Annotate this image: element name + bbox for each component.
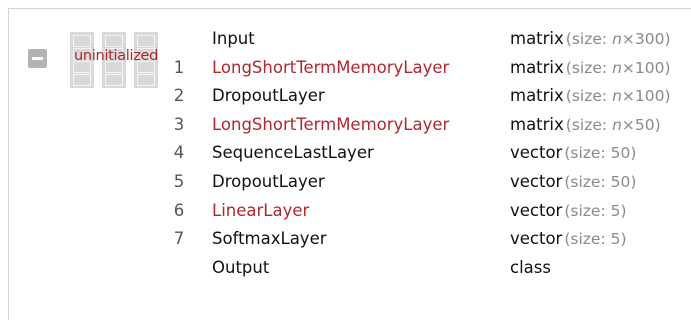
type-label: vector <box>510 143 563 163</box>
size-annotation: (size: 5) <box>564 202 626 220</box>
size-rest: ×100) <box>621 87 671 106</box>
size-prefix: (size: <box>565 87 613 106</box>
type-label: matrix <box>510 57 564 77</box>
layer-name: DropoutLayer <box>212 172 325 191</box>
type-label: vector <box>510 172 563 191</box>
layer-name: LinearLayer <box>212 200 310 220</box>
size-variable: n <box>612 30 622 48</box>
size-prefix: (size: <box>565 115 613 134</box>
layer-output-type: class <box>510 254 551 282</box>
layer-name: LongShortTermMemoryLayer <box>212 57 450 77</box>
layer-name: Output <box>212 257 270 277</box>
layer-number: 7 <box>173 229 185 249</box>
size-prefix: (size: <box>565 30 613 48</box>
layer-number: 2 <box>173 86 185 106</box>
layer-output-type: vector (size: 5) <box>510 197 627 225</box>
layer-number: 6 <box>173 200 185 220</box>
layer-row: 4 SequenceLastLayer vector (size: 50) <box>168 139 688 167</box>
type-label: matrix <box>510 29 564 48</box>
layer-row: 1 LongShortTermMemoryLayer matrix (size: n×… <box>168 54 688 82</box>
layer-output-type: matrix (size: n×300) <box>510 25 671 53</box>
layer-output-type: vector (size: 5) <box>510 225 627 253</box>
layer-number: 1 <box>173 57 185 77</box>
layer-row: 3 LongShortTermMemoryLayer matrix (size: n×… <box>168 111 688 139</box>
type-label: matrix <box>510 86 564 106</box>
layer-row: Input matrix (size: n×300) <box>168 25 688 53</box>
size-rest: ×300) <box>621 30 671 48</box>
layer-name: SoftmaxLayer <box>212 229 327 249</box>
layer-row: 2 DropoutLayer matrix (size: n×100) <box>168 82 688 110</box>
layer-name: LongShortTermMemoryLayer <box>212 114 450 134</box>
size-rest: ×100) <box>621 58 671 77</box>
layer-row: 6 LinearLayer vector (size: 5) <box>168 197 688 225</box>
layer-number: 4 <box>173 143 185 163</box>
layer-number: 3 <box>173 114 185 134</box>
size-annotation: (size: 5) <box>564 230 626 248</box>
layer-output-type: matrix (size: n×50) <box>510 111 661 139</box>
size-annotation: (size: n×100) <box>566 59 671 77</box>
size-variable: n <box>612 115 622 134</box>
size-rest: ×50) <box>621 115 661 134</box>
size-prefix: (size: <box>565 58 613 77</box>
layer-name: Input <box>212 29 255 48</box>
size-annotation: (size: n×300) <box>566 30 671 48</box>
net-state-label: uninitialized <box>73 48 159 64</box>
size-prefix: (size: 50) <box>564 173 637 191</box>
minus-bar <box>32 57 43 60</box>
size-variable: n <box>612 87 622 106</box>
size-prefix: (size: 5) <box>564 230 627 249</box>
type-label: matrix <box>510 114 564 134</box>
size-annotation: (size: 50) <box>564 173 636 191</box>
layer-output-type: matrix (size: n×100) <box>510 54 671 82</box>
layer-name: DropoutLayer <box>212 86 325 106</box>
type-label: class <box>510 257 551 277</box>
type-label: vector <box>510 200 563 220</box>
layer-stack-icon: uninitialized <box>66 32 162 88</box>
size-annotation: (size: n×100) <box>566 87 671 105</box>
layer-name: SequenceLastLayer <box>212 143 374 163</box>
layer-row: Output class <box>168 254 688 282</box>
layer-row: 7 SoftmaxLayer vector (size: 5) <box>168 225 688 253</box>
layer-output-type: matrix (size: n×100) <box>510 82 671 110</box>
size-prefix: (size: 5) <box>564 201 627 220</box>
layer-output-type: vector (size: 50) <box>510 168 636 196</box>
size-prefix: (size: 50) <box>564 144 637 163</box>
layer-row: 5 DropoutLayer vector (size: 50) <box>168 168 688 196</box>
layer-output-type: vector (size: 50) <box>510 139 636 167</box>
size-annotation: (size: n×50) <box>566 116 661 134</box>
minus-icon[interactable] <box>28 49 47 68</box>
type-label: vector <box>510 229 563 249</box>
size-variable: n <box>612 58 622 77</box>
size-annotation: (size: 50) <box>564 144 636 162</box>
layer-number: 5 <box>173 172 185 191</box>
